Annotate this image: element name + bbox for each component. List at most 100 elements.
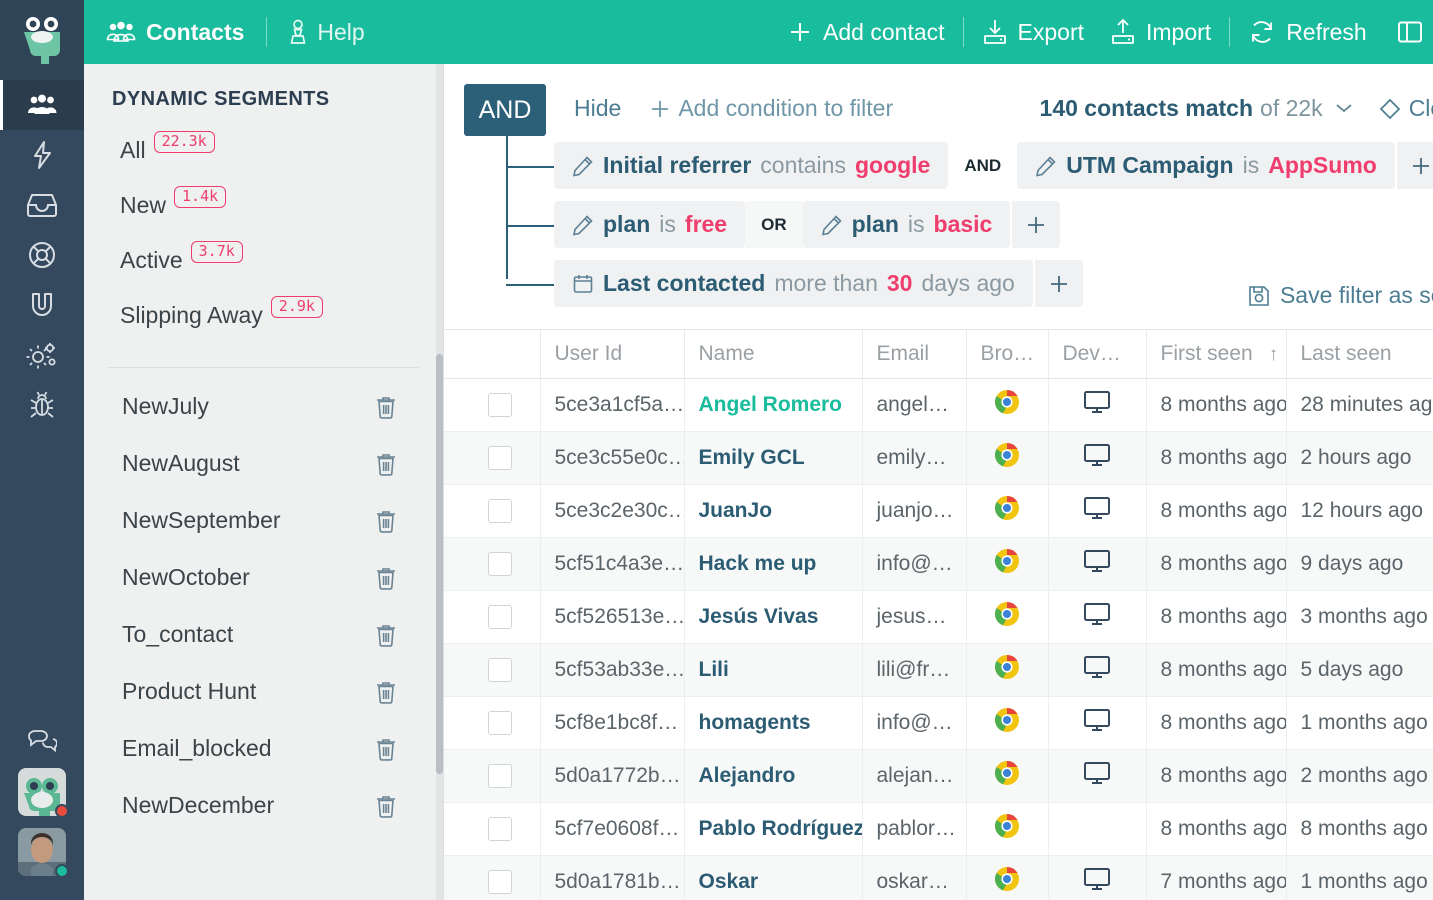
refresh-button[interactable]: Refresh [1248,18,1367,46]
table-row[interactable]: 5cf53ab33e… Lili lili@fr… 8 months ago 5… [444,643,1433,697]
pencil-icon[interactable] [1035,155,1057,177]
table-row[interactable]: 5ce3c55e0c… Emily GCL emily… 8 months ag… [444,431,1433,485]
list-item[interactable]: To_contact [84,606,443,663]
contact-name-link[interactable]: Emily GCL [699,446,805,469]
row-checkbox[interactable] [488,764,512,788]
row-checkbox[interactable] [488,870,512,894]
table-row[interactable]: 5d0a1781b… Oskar oskar… 7 months ago 1 m… [444,855,1433,900]
trash-icon[interactable] [375,623,397,647]
row-checkbox[interactable] [488,711,512,735]
list-item[interactable]: NewAugust [84,435,443,492]
condition-chip[interactable]: plan is basic [802,201,1011,248]
table-row[interactable]: 5cf7e0608f… Pablo Rodríguez pablor… 8 mo… [444,802,1433,856]
sidebar-item-inbox[interactable] [0,180,84,230]
condition-chip[interactable]: Last contacted more than 30 days ago [554,260,1033,307]
sidebar-item-active[interactable]: Active 3.7k [120,233,443,288]
app-avatar[interactable] [18,768,69,818]
sidebar-item-new[interactable]: New 1.4k [120,178,443,233]
add-condition-to-row-button[interactable] [1010,201,1061,248]
column-header-last-seen[interactable]: Last seen [1286,330,1433,379]
contact-name-link[interactable]: JuanJo [699,499,773,522]
cell-name[interactable]: Oskar [684,855,863,900]
column-header-name[interactable]: Name [684,330,863,379]
sidebar-item-debug[interactable] [0,380,84,430]
export-button[interactable]: Export [982,18,1084,46]
chevron-down-icon[interactable] [1335,98,1353,120]
sidebar-item-slipping-away[interactable]: Slipping Away 2.9k [120,288,443,343]
row-select-cell[interactable] [444,643,541,697]
app-logo[interactable] [0,0,84,80]
clear-filter-button[interactable]: Clear filter [1379,95,1433,122]
contact-name-link[interactable]: homagents [699,711,811,734]
row-checkbox[interactable] [488,393,512,417]
cell-name[interactable]: JuanJo [684,484,863,538]
table-row[interactable]: 5ce3c2e30c… JuanJo juanjo… 8 months ago [444,484,1433,538]
contact-name-link[interactable]: Hack me up [699,552,817,575]
calendar-icon[interactable] [572,273,594,295]
contact-name-link[interactable]: Lili [699,658,729,681]
toolbar-help[interactable]: Help [289,19,365,46]
columns-button[interactable]: Columns [1397,19,1433,46]
list-item[interactable]: NewJuly [84,378,443,435]
trash-icon[interactable] [375,794,397,818]
cell-name[interactable]: Lili [684,643,863,697]
condition-chip[interactable]: Initial referrer contains google [554,142,949,189]
hide-filter-button[interactable]: Hide [574,95,621,122]
sidebar-item-contacts[interactable] [0,80,84,130]
cell-name[interactable]: Hack me up [684,537,863,591]
row-select-cell[interactable] [444,537,541,591]
sidebar-item-settings[interactable] [0,330,84,380]
row-select-cell[interactable] [444,749,541,803]
row-select-cell[interactable] [444,431,541,485]
cell-name[interactable]: homagents [684,696,863,750]
contact-name-link[interactable]: Pablo Rodríguez [699,817,862,840]
trash-icon[interactable] [375,452,397,476]
pencil-icon[interactable] [572,214,594,236]
trash-icon[interactable] [375,395,397,419]
cell-name[interactable]: Emily GCL [684,431,863,485]
condition-chip[interactable]: UTM Campaign is AppSumo [1017,142,1395,189]
cell-name[interactable]: Alejandro [684,749,863,803]
column-header-email[interactable]: Email [862,330,967,379]
column-header-browser[interactable]: Bro… [966,330,1049,379]
row-select-cell[interactable] [444,378,541,432]
sidebar-item-automations[interactable] [0,130,84,180]
sidebar-scrollbar[interactable] [436,64,443,900]
cell-name[interactable]: Jesús Vivas [684,590,863,644]
row-select-cell[interactable] [444,484,541,538]
add-condition-to-row-button[interactable] [1032,260,1083,307]
table-row[interactable]: 5d0a1772b… Alejandro alejan… 8 months ag… [444,749,1433,803]
contact-name-link[interactable]: Oskar [699,870,759,893]
contact-name-link[interactable]: Jesús Vivas [699,605,819,628]
trash-icon[interactable] [375,680,397,704]
table-row[interactable]: 5cf8e1bc8f… homagents info@… 8 months ag… [444,696,1433,750]
sidebar-item-support[interactable] [0,230,84,280]
row-select-cell[interactable] [444,855,541,900]
save-filter-as-segment-button[interactable]: Save filter as segment [1247,282,1433,309]
row-checkbox[interactable] [488,446,512,470]
row-checkbox[interactable] [488,658,512,682]
row-checkbox[interactable] [488,552,512,576]
column-header-select[interactable] [444,330,541,379]
list-item[interactable]: NewOctober [84,549,443,606]
chat-bubbles-icon[interactable] [0,712,84,768]
list-item[interactable]: Email_blocked [84,720,443,777]
cell-name[interactable]: Angel Romero [684,378,863,432]
condition-chip[interactable]: plan is free [554,201,746,248]
row-select-cell[interactable] [444,802,541,856]
row-checkbox[interactable] [488,605,512,629]
import-button[interactable]: Import [1110,18,1211,46]
pencil-icon[interactable] [821,214,843,236]
column-header-device[interactable]: Dev… [1048,330,1147,379]
condition-joiner[interactable]: AND [948,142,1018,189]
trash-icon[interactable] [375,737,397,761]
table-row[interactable]: 5cf526513e… Jesús Vivas jesus… 8 months … [444,590,1433,644]
cell-name[interactable]: Pablo Rodríguez [684,802,863,856]
contact-name-link[interactable]: Alejandro [699,764,796,787]
row-select-cell[interactable] [444,590,541,644]
trash-icon[interactable] [375,509,397,533]
add-condition-to-row-button[interactable] [1394,142,1433,189]
table-row[interactable]: 5cf51c4a3e… Hack me up info@… 8 months a… [444,537,1433,591]
condition-joiner[interactable]: OR [745,201,803,248]
toolbar-contacts[interactable]: Contacts [106,19,244,46]
